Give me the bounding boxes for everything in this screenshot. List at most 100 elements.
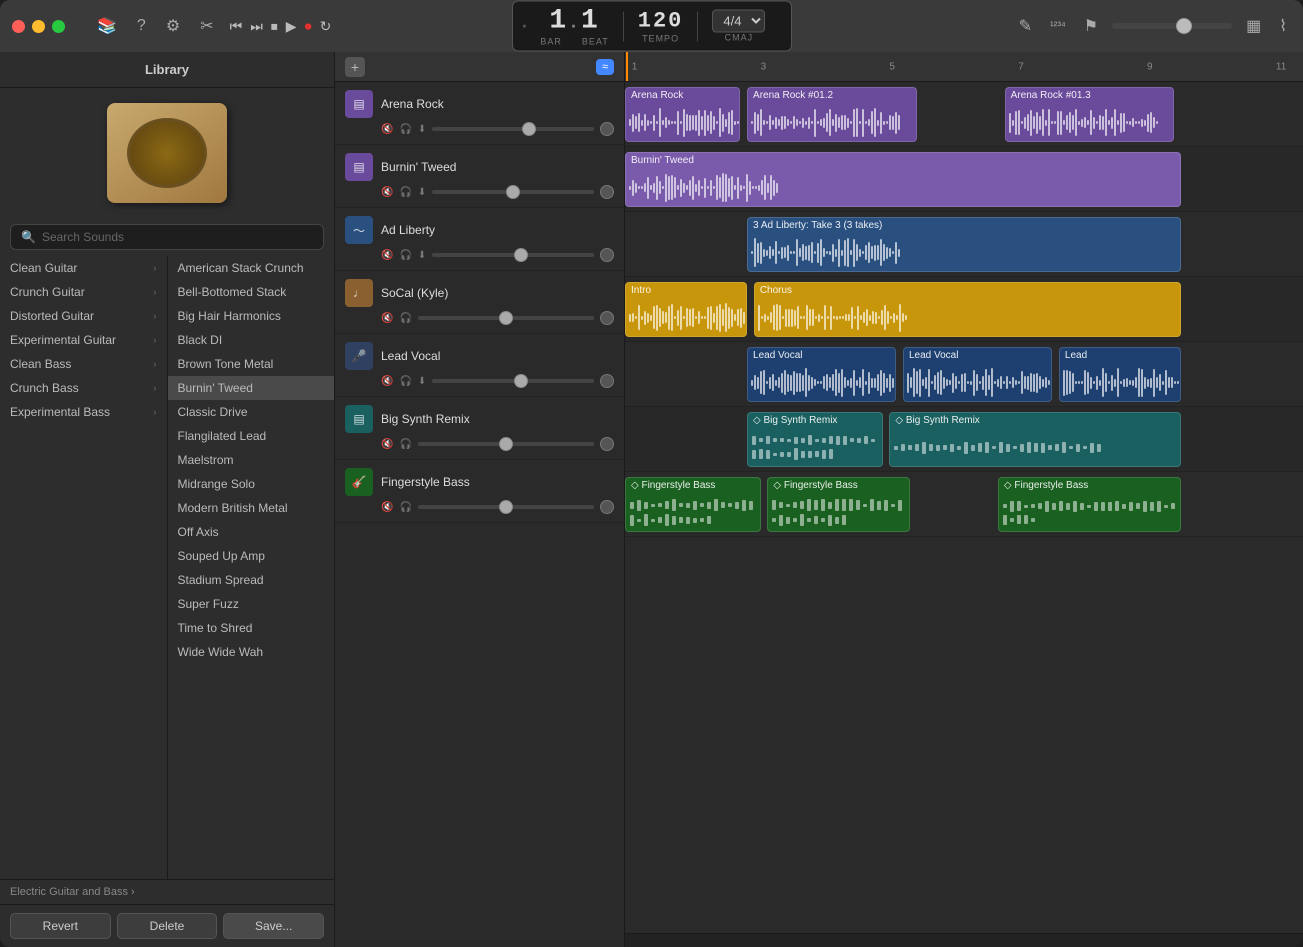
pencil-icon[interactable]: ✎ bbox=[1015, 12, 1036, 40]
audio-clip[interactable]: Lead Vocal bbox=[747, 347, 896, 402]
track-volume-slider[interactable] bbox=[432, 127, 594, 131]
library-patch-item[interactable]: Big Hair Harmonics bbox=[168, 304, 335, 328]
track-volume-slider[interactable] bbox=[418, 316, 594, 320]
track-item[interactable]: 〜 Ad Liberty 🔇 🎧 ⬇ bbox=[335, 208, 624, 271]
fullscreen-button[interactable] bbox=[52, 20, 65, 33]
library-category-item[interactable]: Distorted Guitar› bbox=[0, 304, 167, 328]
waveform-view-icon[interactable]: ⌇ bbox=[1275, 12, 1291, 40]
library-patch-item[interactable]: Flangilated Lead bbox=[168, 424, 335, 448]
library-patch-item[interactable]: Off Axis bbox=[168, 520, 335, 544]
mute-icon[interactable]: 🔇 bbox=[381, 124, 393, 135]
mute-icon[interactable]: 🔇 bbox=[381, 502, 393, 513]
smart-controls-button[interactable]: ≈ bbox=[596, 59, 614, 75]
track-item[interactable]: ▤ Big Synth Remix 🔇 🎧 bbox=[335, 397, 624, 460]
input-icon[interactable]: ⬇ bbox=[418, 187, 426, 198]
audio-clip[interactable]: Lead bbox=[1059, 347, 1181, 402]
audio-clip[interactable]: Intro bbox=[625, 282, 747, 337]
headphone-icon[interactable]: 🎧 bbox=[399, 502, 411, 513]
rewind-button[interactable]: ⏮ bbox=[230, 18, 243, 35]
headphone-icon[interactable]: 🎧 bbox=[399, 124, 411, 135]
mute-icon[interactable]: 🔇 bbox=[381, 439, 393, 450]
track-output-button[interactable] bbox=[600, 185, 614, 199]
horizontal-scrollbar[interactable] bbox=[625, 933, 1303, 947]
library-patch-item[interactable]: Black DI bbox=[168, 328, 335, 352]
audio-clip[interactable]: ◇ Fingerstyle Bass bbox=[998, 477, 1181, 532]
track-output-button[interactable] bbox=[600, 500, 614, 514]
track-item[interactable]: 🎸 Fingerstyle Bass 🔇 🎧 bbox=[335, 460, 624, 523]
playhead[interactable] bbox=[626, 52, 628, 81]
audio-clip[interactable]: Lead Vocal bbox=[903, 347, 1052, 402]
library-category-item[interactable]: Experimental Bass› bbox=[0, 400, 167, 424]
library-patch-item[interactable]: Super Fuzz bbox=[168, 592, 335, 616]
count-in-icon[interactable]: ¹²³⁴ bbox=[1046, 16, 1070, 36]
library-category-item[interactable]: Clean Guitar› bbox=[0, 256, 167, 280]
audio-clip[interactable]: 3 Ad Liberty: Take 3 (3 takes) bbox=[747, 217, 1181, 272]
fast-forward-button[interactable]: ⏭ bbox=[250, 18, 263, 35]
library-patch-item[interactable]: Bell-Bottomed Stack bbox=[168, 280, 335, 304]
audio-clip[interactable]: ◇ Fingerstyle Bass bbox=[625, 477, 761, 532]
audio-clip[interactable]: Arena Rock #01.2 bbox=[747, 87, 917, 142]
record-button[interactable]: ⏺ bbox=[305, 18, 312, 35]
track-item[interactable]: ▤ Arena Rock 🔇 🎧 ⬇ bbox=[335, 82, 624, 145]
library-patch-item[interactable]: Stadium Spread bbox=[168, 568, 335, 592]
library-patch-item[interactable]: Modern British Metal bbox=[168, 496, 335, 520]
audio-clip[interactable]: ◇ Big Synth Remix bbox=[889, 412, 1181, 467]
help-icon[interactable]: ? bbox=[133, 13, 150, 39]
headphone-icon[interactable]: 🎧 bbox=[399, 250, 411, 261]
library-category-item[interactable]: Crunch Guitar› bbox=[0, 280, 167, 304]
headphone-icon[interactable]: 🎧 bbox=[399, 439, 411, 450]
library-patch-item[interactable]: Midrange Solo bbox=[168, 472, 335, 496]
library-patch-item[interactable]: American Stack Crunch bbox=[168, 256, 335, 280]
track-volume-slider[interactable] bbox=[432, 253, 594, 257]
input-icon[interactable]: ⬇ bbox=[418, 124, 426, 135]
library-patch-item[interactable]: Wide Wide Wah bbox=[168, 640, 335, 664]
track-volume-slider[interactable] bbox=[432, 379, 594, 383]
library-category-item[interactable]: Experimental Guitar› bbox=[0, 328, 167, 352]
mute-icon[interactable]: 🔇 bbox=[381, 376, 393, 387]
library-patch-item[interactable]: Burnin' Tweed bbox=[168, 376, 335, 400]
mute-icon[interactable]: 🔇 bbox=[381, 187, 393, 198]
track-item[interactable]: ♩ SoCal (Kyle) 🔇 🎧 bbox=[335, 271, 624, 334]
track-output-button[interactable] bbox=[600, 248, 614, 262]
track-volume-slider[interactable] bbox=[418, 505, 594, 509]
library-category-item[interactable]: Clean Bass› bbox=[0, 352, 167, 376]
library-patch-item[interactable]: Classic Drive bbox=[168, 400, 335, 424]
stop-button[interactable]: ⏹ bbox=[271, 18, 278, 35]
track-output-button[interactable] bbox=[600, 374, 614, 388]
mute-icon[interactable]: 🔇 bbox=[381, 313, 393, 324]
library-patch-item[interactable]: Maelstrom bbox=[168, 448, 335, 472]
scissors-icon[interactable]: ✂ bbox=[196, 12, 217, 40]
close-button[interactable] bbox=[12, 20, 25, 33]
track-output-button[interactable] bbox=[600, 311, 614, 325]
audio-clip[interactable]: ◇ Fingerstyle Bass bbox=[767, 477, 909, 532]
input-icon[interactable]: ⬇ bbox=[418, 250, 426, 261]
library-patch-item[interactable]: Souped Up Amp bbox=[168, 544, 335, 568]
search-placeholder[interactable]: Search Sounds bbox=[42, 230, 124, 244]
master-volume-slider[interactable] bbox=[1112, 23, 1232, 29]
library-patch-item[interactable]: Time to Shred bbox=[168, 616, 335, 640]
play-button[interactable]: ▶ bbox=[286, 18, 297, 35]
library-footer-text[interactable]: Electric Guitar and Bass › bbox=[10, 886, 135, 898]
headphone-icon[interactable]: 🎧 bbox=[399, 313, 411, 324]
library-category-item[interactable]: Crunch Bass› bbox=[0, 376, 167, 400]
add-track-button[interactable]: + bbox=[345, 57, 365, 77]
track-output-button[interactable] bbox=[600, 122, 614, 136]
track-volume-slider[interactable] bbox=[418, 442, 594, 446]
audio-clip[interactable]: Arena Rock bbox=[625, 87, 740, 142]
audio-clip[interactable]: Burnin' Tweed bbox=[625, 152, 1181, 207]
input-icon[interactable]: ⬇ bbox=[418, 376, 426, 387]
loop-button[interactable]: ↻ bbox=[320, 18, 332, 35]
delete-button[interactable]: Delete bbox=[117, 913, 218, 939]
metronome-icon[interactable]: ⚑ bbox=[1080, 12, 1102, 40]
track-item[interactable]: ▤ Burnin' Tweed 🔇 🎧 ⬇ bbox=[335, 145, 624, 208]
settings-icon[interactable]: ⚙ bbox=[162, 12, 184, 40]
library-patch-item[interactable]: Brown Tone Metal bbox=[168, 352, 335, 376]
mute-icon[interactable]: 🔇 bbox=[381, 250, 393, 261]
save-button[interactable]: Save... bbox=[223, 913, 324, 939]
track-item[interactable]: 🎤 Lead Vocal 🔇 🎧 ⬇ bbox=[335, 334, 624, 397]
audio-clip[interactable]: Chorus bbox=[754, 282, 1181, 337]
minimize-button[interactable] bbox=[32, 20, 45, 33]
audio-clip[interactable]: Arena Rock #01.3 bbox=[1005, 87, 1175, 142]
track-volume-slider[interactable] bbox=[432, 190, 594, 194]
grid-view-icon[interactable]: ▦ bbox=[1242, 12, 1265, 40]
